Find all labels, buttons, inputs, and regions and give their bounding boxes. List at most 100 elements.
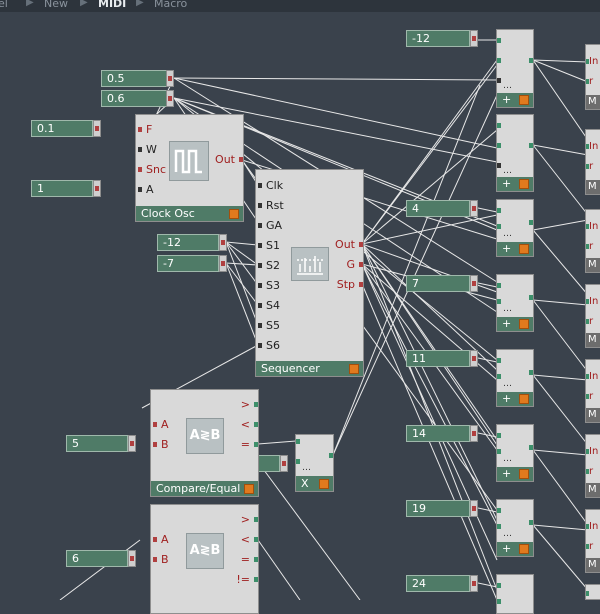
constant-6[interactable]: 6 [66, 550, 128, 567]
adder-module-4[interactable]: … + [496, 274, 534, 332]
adder-6-output[interactable] [529, 445, 533, 450]
adder-1-input-2[interactable] [497, 58, 501, 63]
adder-2-knob[interactable] [519, 179, 529, 189]
adder-2-input-3[interactable] [497, 163, 501, 168]
right-module-2[interactable]: In r M [585, 129, 600, 195]
adder-module-5[interactable]: … + [496, 349, 534, 407]
compare2-input-a[interactable]: A [153, 534, 169, 546]
constant-0-1[interactable]: 0.1 [31, 120, 93, 137]
adder-module-2[interactable]: … + [496, 114, 534, 192]
constant-19-port[interactable] [470, 500, 478, 517]
sequencer-knob[interactable] [349, 364, 359, 374]
sequencer-output-stp[interactable]: Stp [337, 279, 364, 291]
adder-5-output[interactable] [529, 370, 533, 375]
constant-14-port[interactable] [470, 425, 478, 442]
constant-14[interactable]: 14 [406, 425, 470, 442]
adder-4-input-2[interactable] [497, 299, 501, 304]
right-module-3[interactable]: In r M [585, 209, 600, 273]
adder-module-7[interactable]: … + [496, 499, 534, 557]
multiplier-knob[interactable] [319, 479, 329, 489]
right-module-4[interactable]: In r M [585, 284, 600, 348]
constant-19[interactable]: 19 [406, 500, 470, 517]
adder-4-knob[interactable] [519, 319, 529, 329]
multiplier-input-2[interactable] [296, 459, 300, 464]
sequencer-input-rst[interactable]: Rst [258, 200, 284, 212]
adder-7-knob[interactable] [519, 544, 529, 554]
adder-2-output[interactable] [529, 143, 533, 148]
compare-output-lt[interactable]: < [241, 419, 259, 431]
adder-3-knob[interactable] [519, 244, 529, 254]
compare2-output-lt[interactable]: < [241, 534, 259, 546]
adder-6-knob[interactable] [519, 469, 529, 479]
constant-minus-7[interactable]: -7 [157, 255, 219, 272]
constant-24-port[interactable] [470, 575, 478, 592]
adder-2-input-2[interactable] [497, 143, 501, 148]
clock-osc-input-w[interactable]: W [138, 144, 157, 156]
right-module-6[interactable]: In r M [585, 434, 600, 498]
sequencer-input-s5[interactable]: S5 [258, 320, 280, 332]
sequencer-input-ga[interactable]: GA [258, 220, 282, 232]
sequencer-input-s6[interactable]: S6 [258, 340, 280, 352]
adder-module-3[interactable]: … + [496, 199, 534, 257]
constant-7-port[interactable] [470, 275, 478, 292]
compare-equal-module-2[interactable]: A B A≷B > < = != [150, 504, 259, 614]
right-module-5[interactable]: In r M [585, 359, 600, 423]
sequencer-output-g[interactable]: G [346, 259, 363, 271]
compare-output-eq[interactable]: = [241, 439, 259, 451]
adder-2-input-1[interactable] [497, 123, 501, 128]
adder-7-input-2[interactable] [497, 524, 501, 529]
adder-1-knob[interactable] [519, 95, 529, 105]
constant-0-5-port[interactable] [166, 70, 174, 87]
clock-osc-output-out[interactable]: Out [215, 154, 243, 166]
adder-6-input-2[interactable] [497, 449, 501, 454]
sequencer-input-s1[interactable]: S1 [258, 240, 280, 252]
constant-5-port[interactable] [128, 435, 136, 452]
constant-1[interactable]: 1 [31, 180, 93, 197]
right-module-1[interactable]: In r M [585, 44, 600, 110]
constant-right-minus-12-port[interactable] [470, 30, 478, 47]
adder-4-output[interactable] [529, 295, 533, 300]
constant-1-port[interactable] [93, 180, 101, 197]
constant-minus-7-port[interactable] [219, 255, 227, 272]
adder-8-input-1[interactable] [497, 583, 501, 588]
constant-minus-12[interactable]: -12 [157, 234, 219, 251]
sequencer-output-out[interactable]: Out [335, 239, 363, 251]
compare-input-a[interactable]: A [153, 419, 169, 431]
constant-24[interactable]: 24 [406, 575, 470, 592]
adder-1-input-3[interactable] [497, 78, 501, 83]
constant-4-port[interactable] [470, 200, 478, 217]
right-module-7[interactable]: In r M [585, 509, 600, 573]
constant-0-5[interactable]: 0.5 [101, 70, 167, 87]
breadcrumb-item-macro[interactable]: Macro [154, 0, 187, 10]
right-module-8-input[interactable] [586, 591, 589, 596]
constant-4[interactable]: 4 [406, 200, 470, 217]
breadcrumb-item-new[interactable]: New [44, 0, 68, 10]
adder-3-input-2[interactable] [497, 224, 501, 229]
constant-6-port[interactable] [128, 550, 136, 567]
breadcrumb-item-midi[interactable]: MIDI [98, 0, 126, 10]
clock-osc-knob[interactable] [229, 209, 239, 219]
multiplier-input-1[interactable] [296, 439, 300, 444]
compare-input-b[interactable]: B [153, 439, 169, 451]
breadcrumb-item-el[interactable]: el [0, 0, 8, 10]
constant-minus-12-port[interactable] [219, 234, 227, 251]
compare2-output-gt[interactable]: > [241, 514, 259, 526]
adder-5-input-1[interactable] [497, 358, 501, 363]
adder-3-output[interactable] [529, 220, 533, 225]
adder-5-knob[interactable] [519, 394, 529, 404]
clock-osc-input-snc[interactable]: Snc [138, 164, 166, 176]
adder-1-output[interactable] [529, 58, 533, 63]
clock-osc-input-a[interactable]: A [138, 184, 154, 196]
compare-knob[interactable] [244, 484, 254, 494]
multiplier-module[interactable]: … X [295, 434, 334, 492]
constant-11[interactable]: 11 [406, 350, 470, 367]
sequencer-input-clk[interactable]: Clk [258, 180, 283, 192]
right-module-8[interactable] [585, 584, 600, 600]
adder-7-output[interactable] [529, 520, 533, 525]
sequencer-input-s3[interactable]: S3 [258, 280, 280, 292]
compare-equal-module[interactable]: A B A≷B > < = Compare/Equal [150, 389, 259, 497]
compare-output-gt[interactable]: > [241, 399, 259, 411]
adder-1-input-1[interactable] [497, 38, 501, 43]
adder-6-input-1[interactable] [497, 433, 501, 438]
compare2-output-neq[interactable]: != [236, 574, 258, 586]
